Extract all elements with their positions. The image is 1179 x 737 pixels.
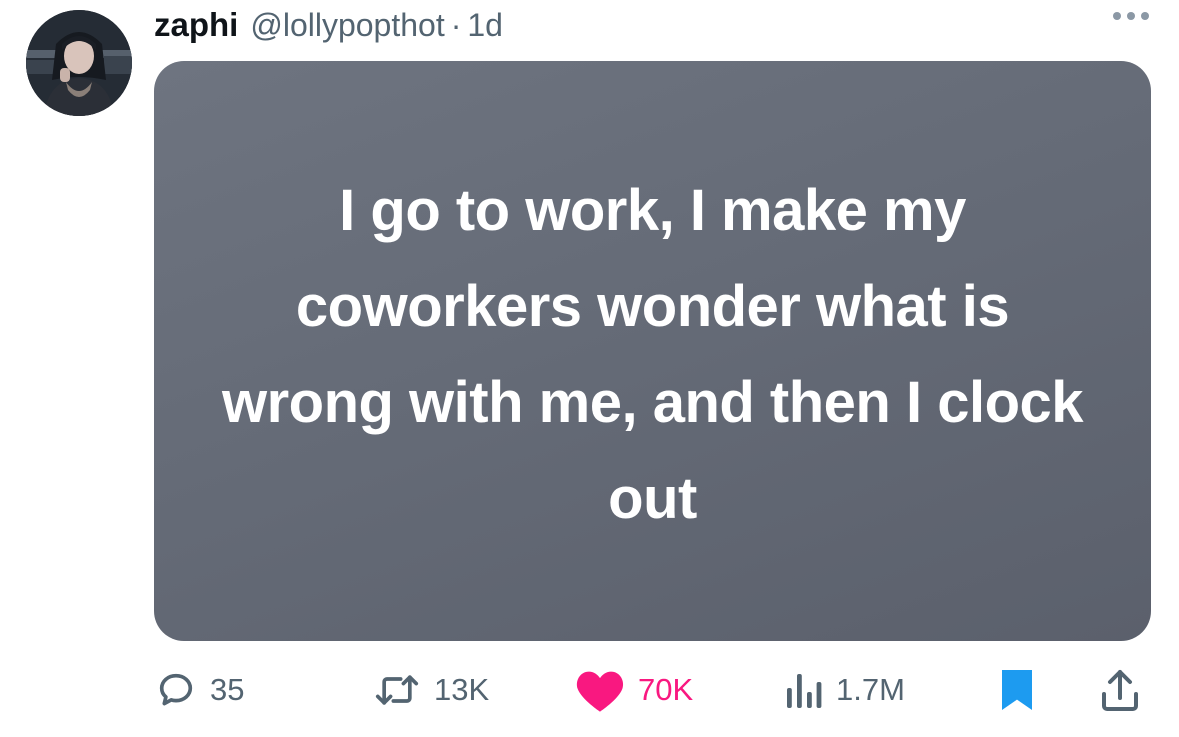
tweet-image[interactable]: I go to work, I make my coworkers wonder… <box>154 61 1151 641</box>
tweet-header: zaphi @lollypopthot · 1d <box>154 6 503 50</box>
reply-button[interactable]: 35 <box>154 664 244 716</box>
timestamp[interactable]: 1d <box>467 7 503 44</box>
like-count: 70K <box>638 672 694 707</box>
like-button[interactable]: 70K <box>574 664 693 716</box>
bookmark-icon <box>1002 670 1032 710</box>
reply-count: 35 <box>210 672 245 707</box>
bookmark-button[interactable] <box>1000 664 1034 716</box>
dot <box>1127 12 1135 20</box>
views-button[interactable]: 1.7M <box>784 664 905 716</box>
image-text: I go to work, I make my coworkers wonder… <box>221 178 1084 531</box>
user-handle[interactable]: @lollypopthot <box>250 7 444 44</box>
more-dots-icon[interactable] <box>1113 12 1149 20</box>
retweet-button[interactable]: 13K <box>372 664 489 716</box>
separator: · <box>450 7 462 43</box>
dot <box>1113 12 1121 20</box>
display-name[interactable]: zaphi <box>154 6 238 44</box>
retweet-arrows-icon <box>375 675 419 705</box>
dot <box>1141 12 1149 20</box>
bar-chart-icon <box>787 674 822 708</box>
retweet-count: 13K <box>434 672 490 707</box>
share-button[interactable] <box>1100 664 1140 716</box>
avatar-image <box>26 10 132 116</box>
avatar[interactable] <box>26 10 132 116</box>
action-bar: 35 13K 70K 1.7M <box>154 664 1151 716</box>
heart-icon <box>576 671 624 712</box>
speech-bubble-icon <box>159 673 193 706</box>
share-upload-icon <box>1102 670 1138 711</box>
view-count: 1.7M <box>836 672 905 707</box>
